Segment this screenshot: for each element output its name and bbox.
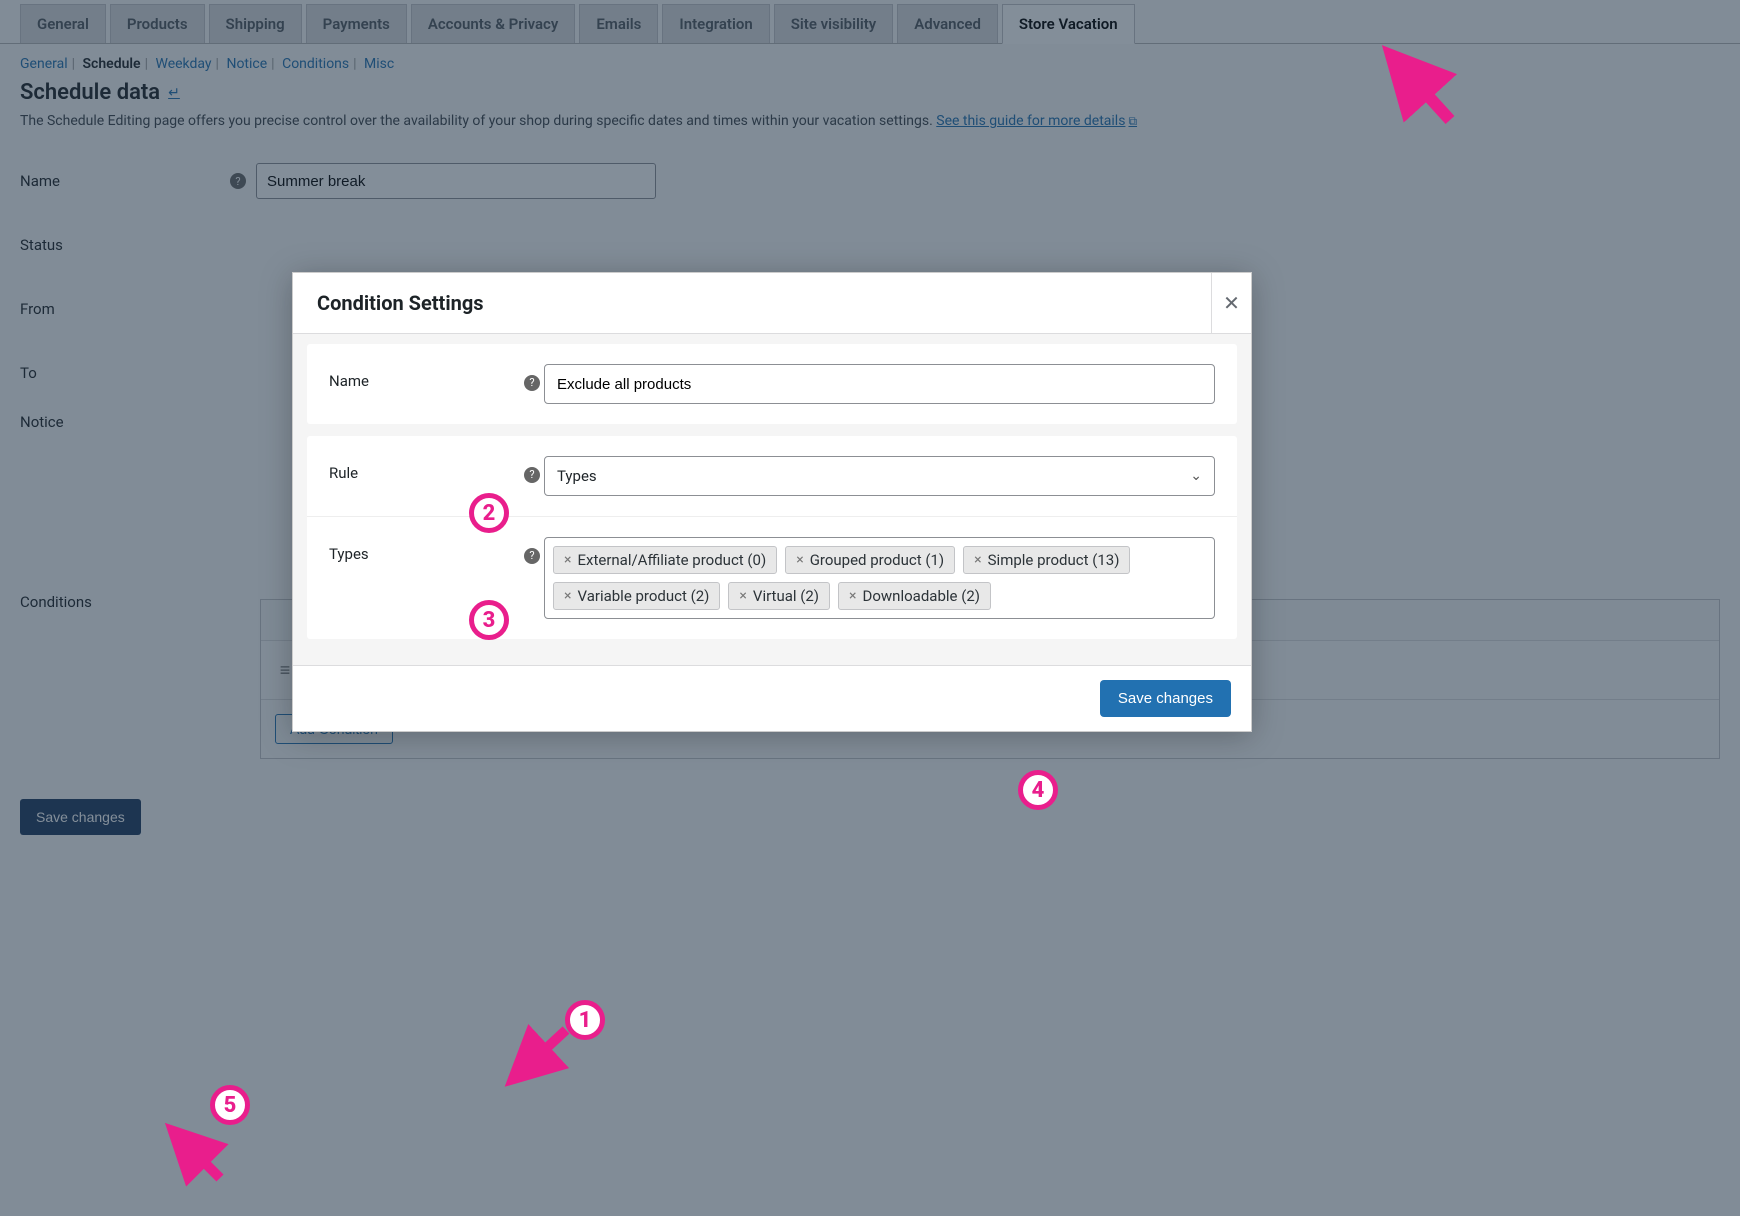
modal-title: Condition Settings [317, 291, 484, 315]
modal-label-name: Name [329, 364, 524, 390]
remove-tag-icon[interactable]: × [564, 552, 571, 568]
type-tag: ×Simple product (13) [963, 546, 1130, 574]
help-icon[interactable]: ? [524, 467, 540, 483]
chevron-down-icon: ⌄ [1190, 468, 1202, 484]
annotation-badge-2: 2 [469, 493, 509, 533]
arrow-icon [160, 1118, 240, 1198]
remove-tag-icon[interactable]: × [849, 588, 856, 604]
arrow-icon [1370, 40, 1470, 130]
remove-tag-icon[interactable]: × [564, 588, 571, 604]
help-icon[interactable]: ? [524, 548, 540, 564]
modal-label-rule: Rule [329, 456, 524, 482]
rule-select-value: Types [557, 467, 597, 485]
type-tag: ×Grouped product (1) [785, 546, 955, 574]
condition-settings-modal: Condition Settings ✕ Name ? Rule ? Types… [292, 272, 1252, 732]
remove-tag-icon[interactable]: × [796, 552, 803, 568]
help-icon[interactable]: ? [524, 375, 540, 391]
types-multiselect[interactable]: ×External/Affiliate product (0) ×Grouped… [544, 537, 1215, 619]
rule-select[interactable]: Types ⌄ [544, 456, 1215, 496]
condition-name-field[interactable] [544, 364, 1215, 404]
modal-save-button[interactable]: Save changes [1100, 680, 1231, 717]
type-tag: ×Downloadable (2) [838, 582, 991, 610]
annotation-badge-3: 3 [469, 600, 509, 640]
type-tag: ×Virtual (2) [728, 582, 830, 610]
remove-tag-icon[interactable]: × [974, 552, 981, 568]
close-icon[interactable]: ✕ [1211, 273, 1251, 333]
type-tag: ×Variable product (2) [553, 582, 720, 610]
modal-label-types: Types [329, 537, 524, 563]
remove-tag-icon[interactable]: × [739, 588, 746, 604]
annotation-badge-4: 4 [1018, 770, 1058, 810]
type-tag: ×External/Affiliate product (0) [553, 546, 777, 574]
annotation-badge-5: 5 [210, 1085, 250, 1125]
annotation-badge-1: 1 [565, 1000, 605, 1040]
